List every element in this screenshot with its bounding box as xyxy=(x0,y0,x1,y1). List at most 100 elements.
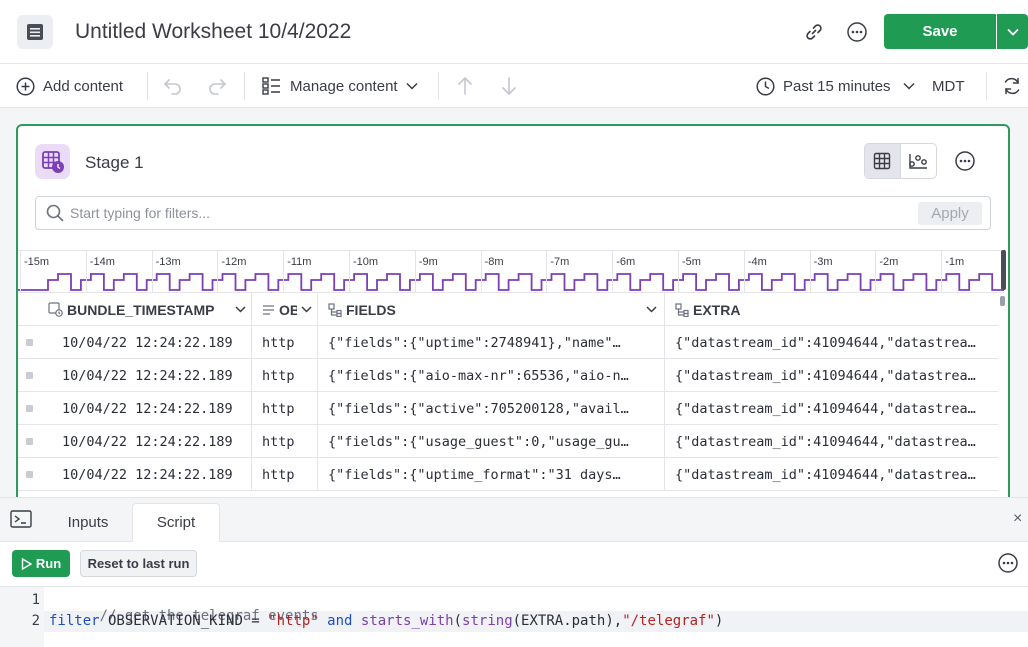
cell-bundle-timestamp[interactable]: 10/04/22 12:24:22.189 xyxy=(18,359,252,392)
move-up-button[interactable] xyxy=(456,74,474,98)
apply-filter-button[interactable]: Apply xyxy=(918,202,982,225)
toolbar-divider xyxy=(438,72,439,100)
cell-fields[interactable]: {"fields":{"aio-max-nr":65536,"aio-n… xyxy=(318,359,665,392)
cell-extra[interactable]: {"datastream_id":41094644,"datastrea… xyxy=(665,392,998,425)
panel-more-icon[interactable] xyxy=(997,552,1019,574)
cell-bundle-timestamp[interactable]: 10/04/22 12:24:22.189 xyxy=(18,392,252,425)
cell-observation-kind[interactable]: http xyxy=(252,359,318,392)
redo-button[interactable] xyxy=(207,74,227,98)
event-timeline[interactable]: -15m -14m -13m -12m -11m -10m -9m -8m -7m -6m -5m -… xyxy=(18,250,1004,293)
cell-bundle-timestamp[interactable]: 10/04/22 12:24:22.189 xyxy=(18,425,252,458)
stage-icon xyxy=(35,144,70,179)
table-row[interactable]: 10/04/22 12:24:22.189 http {"fields":{"act… xyxy=(18,392,998,425)
undo-button[interactable] xyxy=(163,74,183,98)
table-clock-icon xyxy=(41,150,64,173)
cell-bundle-timestamp[interactable]: 10/04/22 12:24:22.189 xyxy=(18,326,252,359)
timeline-tick xyxy=(612,251,614,293)
stage-card[interactable]: Stage 1 A xyxy=(16,124,1010,504)
list-manage-icon xyxy=(262,77,280,95)
opal-code-editor[interactable]: 1 2 // get the telegraf events filter OB… xyxy=(0,586,1028,647)
timeline-tick xyxy=(349,251,350,293)
more-options-icon[interactable] xyxy=(846,21,868,43)
timezone-selector[interactable]: MDT xyxy=(932,74,965,98)
table-row[interactable]: 10/04/22 12:24:22.189 http {"fields":{"upt… xyxy=(18,326,998,359)
run-label: Run xyxy=(35,556,62,571)
cell-extra[interactable]: {"datastream_id":41094644,"datastrea… xyxy=(665,326,998,359)
code-line-2[interactable]: filter OBSERVATION_KIND = "http" and sta… xyxy=(49,613,723,629)
run-button[interactable]: Run xyxy=(12,550,70,577)
cell-extra[interactable]: {"datastream_id":41094644,"datastrea… xyxy=(665,458,998,491)
timeline-tick xyxy=(941,251,943,293)
timeline-tick-label: -10m xyxy=(353,256,379,268)
stage-title[interactable]: Stage 1 xyxy=(85,153,144,173)
table-row[interactable]: 10/04/22 12:24:22.189 http {"fields":{"upt… xyxy=(18,458,998,491)
worksheet-canvas: Stage 1 A xyxy=(0,108,1028,504)
code-keyword: and xyxy=(318,613,361,629)
cell-fields[interactable]: {"fields":{"active":705200128,"avail… xyxy=(318,392,665,425)
code-text: ( xyxy=(453,613,463,629)
timeline-tick-label: -7m xyxy=(550,256,570,268)
timeline-tick xyxy=(85,251,87,293)
table-row[interactable]: 10/04/22 12:24:22.189 http {"fields":{"usa… xyxy=(18,425,998,458)
column-header-observation-kind[interactable]: OB xyxy=(252,293,318,326)
cell-extra[interactable]: {"datastream_id":41094644,"datastrea… xyxy=(665,359,998,392)
chevron-down-icon xyxy=(646,306,657,313)
cell-fields[interactable]: {"fields":{"uptime_format":"31 days… xyxy=(318,458,665,491)
filter-input[interactable] xyxy=(70,203,890,223)
move-down-button[interactable] xyxy=(500,74,518,98)
cell-observation-kind[interactable]: http xyxy=(252,458,318,491)
code-function: starts_with xyxy=(360,613,454,629)
add-content-button[interactable]: Add content xyxy=(16,74,123,98)
add-content-label: Add content xyxy=(43,77,124,95)
timeline-tick xyxy=(678,251,679,293)
timeline-series-line xyxy=(18,273,1004,291)
stage-more-icon[interactable] xyxy=(954,150,976,172)
timeline-tick xyxy=(743,251,745,293)
save-button[interactable]: Save xyxy=(884,14,996,49)
code-text: ) xyxy=(714,613,724,629)
column-header-bundle-timestamp[interactable]: BUNDLE_TIMESTAMP xyxy=(18,293,252,326)
code-function: string xyxy=(462,613,513,629)
cell-extra[interactable]: {"datastream_id":41094644,"datastrea… xyxy=(665,425,998,458)
timeline-tick xyxy=(414,251,416,293)
worksheet-title[interactable]: Untitled Worksheet 10/4/2022 xyxy=(75,20,351,44)
cell-observation-kind[interactable]: http xyxy=(252,326,318,359)
timeline-tick-label: -5m xyxy=(682,256,701,268)
refresh-button[interactable] xyxy=(1002,74,1022,98)
object-type-icon xyxy=(675,302,689,317)
column-header-extra[interactable]: EXTRA xyxy=(665,293,998,326)
undo-icon xyxy=(163,79,181,95)
table-scrollbar[interactable] xyxy=(1000,296,1005,306)
timestamp-type-icon xyxy=(48,302,63,317)
app-icon xyxy=(27,24,43,40)
line-number: 2 xyxy=(31,613,40,629)
link-icon[interactable] xyxy=(803,21,825,43)
save-options-button[interactable] xyxy=(997,14,1028,49)
column-header-fields[interactable]: FIELDS xyxy=(318,293,665,326)
cell-fields[interactable]: {"fields":{"uptime":2748941},"name"… xyxy=(318,326,665,359)
time-range-picker[interactable]: Past 15 minutes xyxy=(756,74,915,98)
close-panel-icon[interactable]: × xyxy=(1013,510,1022,528)
visualize-view-button[interactable] xyxy=(901,144,937,178)
code-string: "/telegraf" xyxy=(622,613,715,629)
cell-bundle-timestamp[interactable]: 10/04/22 12:24:22.189 xyxy=(18,458,252,491)
column-label: FIELDS xyxy=(346,301,396,318)
manage-content-dropdown[interactable]: Manage content xyxy=(262,74,418,98)
cell-observation-kind[interactable]: http xyxy=(252,425,318,458)
chevron-down-icon xyxy=(406,82,418,90)
plus-circle-icon xyxy=(16,76,35,96)
table-row[interactable]: 10/04/22 12:24:22.189 http {"fields":{"aio… xyxy=(18,359,998,392)
timeline-scrollbar[interactable] xyxy=(1001,250,1006,290)
tab-script[interactable]: Script xyxy=(132,503,220,542)
timeline-tick xyxy=(546,251,548,293)
cell-observation-kind[interactable]: http xyxy=(252,392,318,425)
timeline-tick xyxy=(480,251,482,293)
app-menu-button[interactable] xyxy=(17,15,53,49)
table-view-button[interactable] xyxy=(865,144,901,178)
reset-to-last-run-button[interactable]: Reset to last run xyxy=(80,550,197,577)
console-icon[interactable] xyxy=(10,509,32,529)
line-number: 1 xyxy=(31,592,40,608)
tab-inputs[interactable]: Inputs xyxy=(44,503,132,542)
arrow-down-icon xyxy=(502,77,516,96)
cell-fields[interactable]: {"fields":{"usage_guest":0,"usage_gu… xyxy=(318,425,665,458)
